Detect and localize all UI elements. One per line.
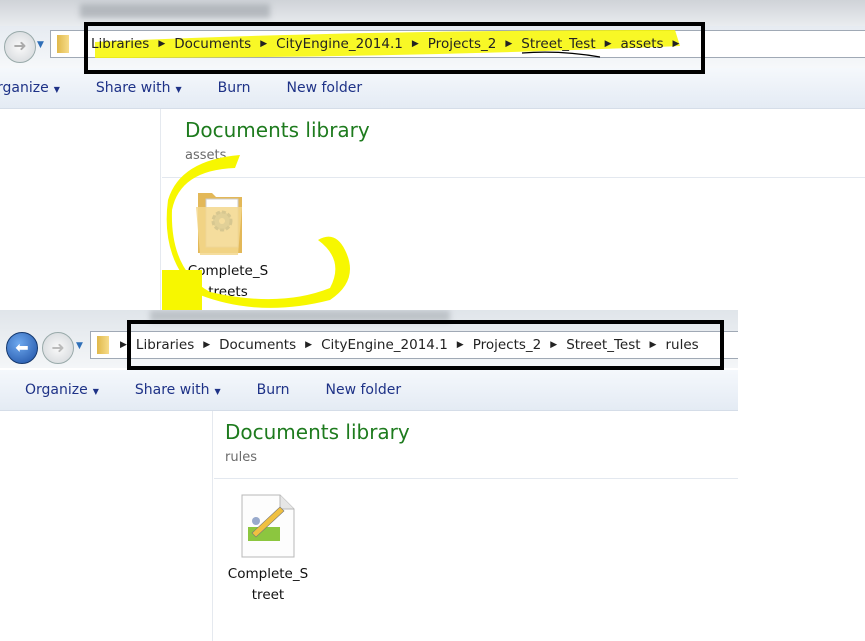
crumb[interactable]: Projects_2 [424, 36, 501, 52]
command-toolbar: Organize▼ Share with▼ Burn New folder [0, 68, 865, 109]
back-button[interactable]: ⬅ [6, 332, 38, 364]
navigation-bar: ⬅ ➜ ▼ ▶ Libraries ▶ Documents ▶ CityEngine… [0, 310, 738, 368]
crumb[interactable]: assets [617, 36, 668, 52]
history-dropdown-icon[interactable]: ▼ [76, 341, 83, 351]
new-folder-button[interactable]: New folder [286, 80, 380, 96]
crumb[interactable]: Libraries [132, 337, 198, 353]
crumb[interactable]: CityEngine_2014.1 [317, 337, 452, 353]
navigation-pane[interactable] [0, 411, 213, 641]
crumb[interactable]: Documents [170, 36, 255, 52]
chevron-right-icon[interactable]: ▶ [153, 39, 170, 49]
top-explorer-window: ➜ ▼ Libraries ▶ Documents ▶ CityEngine_201… [0, 0, 865, 318]
folder-gear-icon [196, 193, 242, 255]
chevron-right-icon[interactable]: ▶ [645, 340, 662, 350]
crumb[interactable]: CityEngine_2014.1 [272, 36, 407, 52]
chevron-right-icon[interactable]: ▶ [452, 340, 469, 350]
history-dropdown-icon[interactable]: ▼ [37, 40, 44, 50]
crumb[interactable]: Street_Test [517, 36, 599, 52]
chevron-right-icon[interactable]: ▶ [255, 39, 272, 49]
chevron-right-icon[interactable]: ▶ [198, 340, 215, 350]
library-subtitle: rules [225, 450, 257, 465]
library-title: Documents library [225, 420, 410, 444]
organize-button[interactable]: Organize▼ [0, 80, 96, 96]
crumb[interactable]: Documents [215, 337, 300, 353]
file-name: Complete_S treet [227, 566, 309, 603]
library-subtitle: assets [185, 148, 227, 163]
forward-button[interactable]: ➜ [4, 31, 36, 63]
crumb[interactable]: Libraries [87, 36, 153, 52]
library-title: Documents library [185, 118, 370, 142]
new-folder-button[interactable]: New folder [325, 382, 419, 398]
address-bar[interactable]: ▶ Libraries ▶ Documents ▶ CityEngine_2014.… [90, 331, 738, 359]
blurred-title [80, 4, 270, 18]
folder-icon [57, 35, 69, 53]
blurred-title [150, 310, 450, 322]
navigation-pane[interactable] [0, 109, 161, 318]
share-with-button[interactable]: Share with ▼ [135, 382, 257, 398]
folder-icon [97, 336, 109, 354]
crumb[interactable]: Projects_2 [469, 337, 546, 353]
divider [214, 478, 738, 479]
organize-button[interactable]: Organize▼ [25, 382, 135, 398]
share-with-button[interactable]: Share with ▼ [96, 80, 218, 96]
rule-file-icon [241, 494, 295, 558]
chevron-right-icon[interactable]: ▶ [600, 39, 617, 49]
chevron-right-icon[interactable]: ▶ [300, 340, 317, 350]
bottom-explorer-window: ⬅ ➜ ▼ ▶ Libraries ▶ Documents ▶ CityEngine… [0, 310, 738, 641]
burn-button[interactable]: Burn [218, 80, 287, 96]
address-bar[interactable]: Libraries ▶ Documents ▶ CityEngine_2014.1 ▶… [50, 30, 865, 58]
divider [162, 177, 865, 178]
file-name: Complete_S treets [187, 263, 269, 300]
burn-button[interactable]: Burn [257, 382, 326, 398]
command-toolbar: Organize▼ Share with▼ Burn New folder [0, 370, 738, 411]
crumb[interactable]: Street_Test [562, 337, 644, 353]
navigation-bar: ➜ ▼ Libraries ▶ Documents ▶ CityEngine_201… [0, 26, 865, 68]
chevron-right-icon[interactable]: ▶ [407, 39, 424, 49]
forward-button[interactable]: ➜ [42, 332, 74, 364]
chevron-right-icon[interactable]: ▶ [115, 340, 132, 350]
chevron-right-icon[interactable]: ▶ [545, 340, 562, 350]
chevron-right-icon[interactable]: ▶ [500, 39, 517, 49]
chevron-right-icon[interactable]: ▶ [668, 39, 685, 49]
title-bar [0, 0, 865, 26]
crumb[interactable]: rules [661, 337, 702, 353]
